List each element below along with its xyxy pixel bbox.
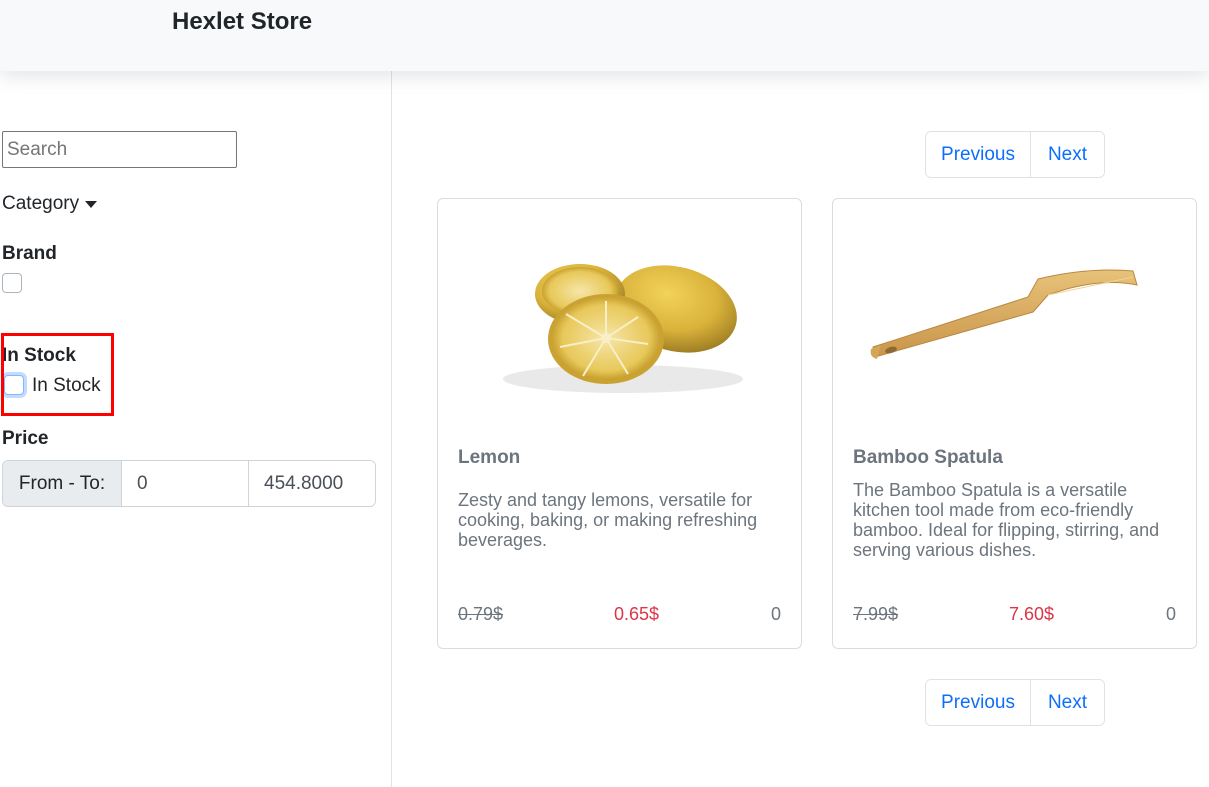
product-description: Zesty and tangy lemons, versatile for co… — [458, 490, 758, 550]
filter-sidebar: Category Brand In Stock In Stock Price F… — [0, 71, 392, 787]
price-filter-title: Price — [2, 428, 49, 449]
lemon-image — [503, 264, 743, 393]
product-quantity: 0 — [770, 604, 781, 624]
brand-filter-title: Brand — [2, 243, 57, 264]
product-description: The Bamboo Spatula is a versatile kitche… — [853, 480, 1160, 560]
previous-page-button[interactable]: Previous — [926, 680, 1031, 725]
category-dropdown[interactable]: Category — [2, 193, 98, 215]
category-label: Category — [2, 193, 80, 214]
price-to-input[interactable] — [249, 461, 375, 506]
product-quantity: 0 — [1165, 604, 1176, 624]
price-from-input[interactable] — [122, 461, 249, 506]
brand-link[interactable]: Hexlet Store — [172, 8, 312, 36]
product-sale-price: 0.65$ — [614, 604, 660, 624]
next-page-button[interactable]: Next — [1031, 132, 1104, 177]
previous-page-button[interactable]: Previous — [926, 132, 1031, 177]
search-input[interactable] — [2, 131, 237, 168]
caret-down-icon — [85, 200, 98, 208]
navbar: Hexlet Store — [0, 0, 1209, 71]
price-range-group: From - To: — [2, 460, 376, 507]
next-page-button[interactable]: Next — [1031, 680, 1104, 725]
price-range-prefix: From - To: — [3, 461, 122, 506]
brand-checkbox[interactable] — [2, 273, 22, 293]
product-old-price: 0.79$ — [458, 604, 504, 624]
product-card[interactable]: Lemon Zesty and tangy lemons, versatile … — [437, 198, 802, 649]
product-old-price: 7.99$ — [853, 604, 899, 624]
bamboo-spatula-image — [870, 269, 1138, 359]
product-title[interactable]: Bamboo Spatula — [853, 447, 1003, 469]
product-sale-price: 7.60$ — [1009, 604, 1055, 624]
product-title[interactable]: Lemon — [458, 447, 520, 469]
product-card[interactable]: Bamboo Spatula The Bamboo Spatula is a v… — [832, 198, 1197, 649]
in-stock-highlight-box — [1, 333, 114, 416]
pagination-bottom: Previous Next — [925, 679, 1105, 726]
pagination-top: Previous Next — [925, 131, 1105, 178]
